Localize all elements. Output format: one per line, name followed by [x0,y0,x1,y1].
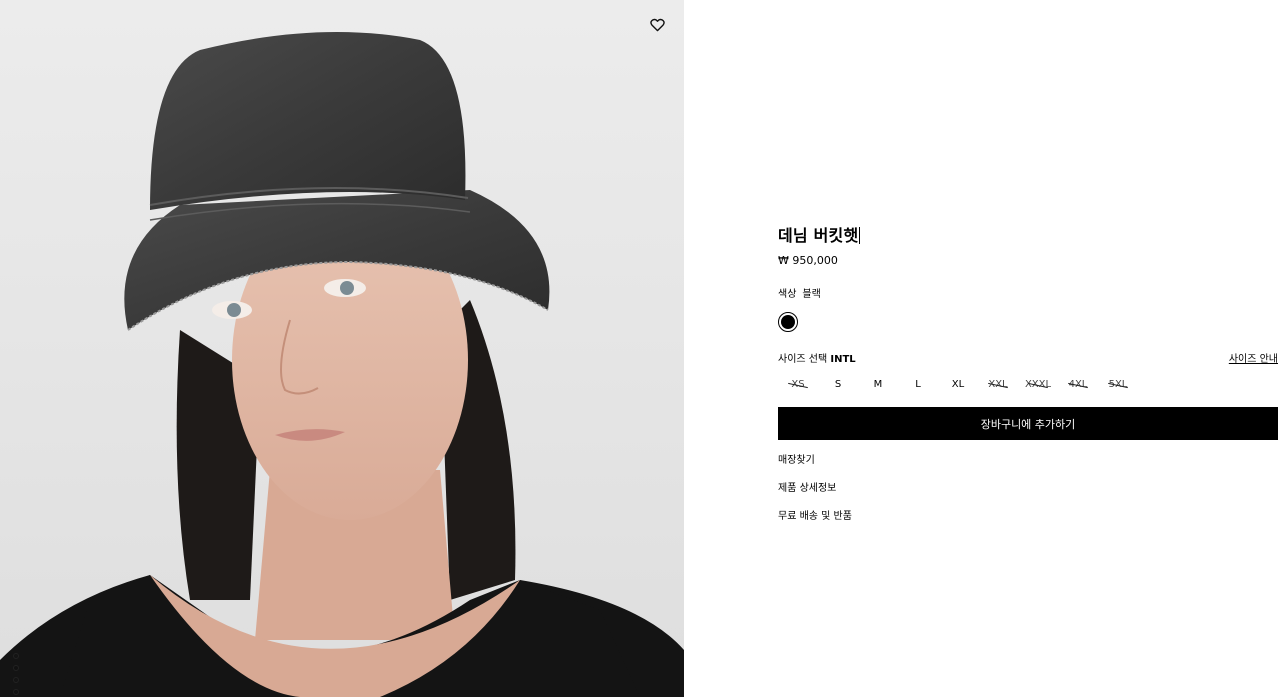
swatch-fill [781,315,795,329]
size-option-m[interactable]: M [858,379,898,393]
gallery-dot[interactable] [13,653,19,659]
product-title: 데님 버킷햇 [778,226,1278,246]
product-price: ₩ 950,000 [778,254,838,267]
wishlist-button[interactable] [647,15,667,35]
size-option-s[interactable]: S [818,379,858,393]
size-option-5xl[interactable]: 5XL [1098,379,1138,393]
size-options: XS S M L XL XXL XXXL 4XL 5XL [778,379,1278,393]
product-details-link[interactable]: 제품 상세정보 [778,484,1278,512]
size-option-xxl[interactable]: XXL [978,379,1018,393]
product-image-gallery[interactable] [0,0,684,697]
size-label: 사이즈 선택 INTL [778,350,856,365]
gallery-dot[interactable] [13,665,19,671]
size-selector-header: 사이즈 선택 INTL 사이즈 안내 [778,350,1278,365]
product-name: 데님 버킷햇 [778,226,859,245]
product-page: 데님 버킷햇 ₩ 950,000 색상 블랙 사이즈 선택 INTL 사이즈 안내… [0,0,1280,697]
size-system: INTL [830,354,856,365]
store-locator-link[interactable]: 매장찾기 [778,456,1278,484]
size-guide-link[interactable]: 사이즈 안내 [1229,350,1278,365]
color-swatch-black[interactable] [778,312,798,332]
size-option-l[interactable]: L [898,379,938,393]
size-option-4xl[interactable]: 4XL [1058,379,1098,393]
size-label-text: 사이즈 선택 [778,354,828,365]
gallery-dot[interactable] [13,677,19,683]
product-details-panel: 데님 버킷햇 ₩ 950,000 색상 블랙 사이즈 선택 INTL 사이즈 안내… [778,226,1278,540]
product-links: 매장찾기 제품 상세정보 무료 배송 및 반품 [778,456,1278,540]
heart-icon [649,18,665,32]
color-value: 블랙 [802,289,821,300]
shipping-returns-link[interactable]: 무료 배송 및 반품 [778,512,1278,540]
add-to-cart-button[interactable]: 장바구니에 추가하기 [778,407,1278,440]
gallery-dot[interactable] [13,689,19,695]
size-option-xxxl[interactable]: XXXL [1018,379,1058,393]
gallery-pagination [13,653,21,697]
size-option-xl[interactable]: XL [938,379,978,393]
product-photo [0,32,684,697]
color-selector-label: 색상 블랙 [778,285,1278,300]
text-cursor [859,227,861,244]
size-option-xs[interactable]: XS [778,379,818,393]
color-label: 색상 [778,289,797,300]
